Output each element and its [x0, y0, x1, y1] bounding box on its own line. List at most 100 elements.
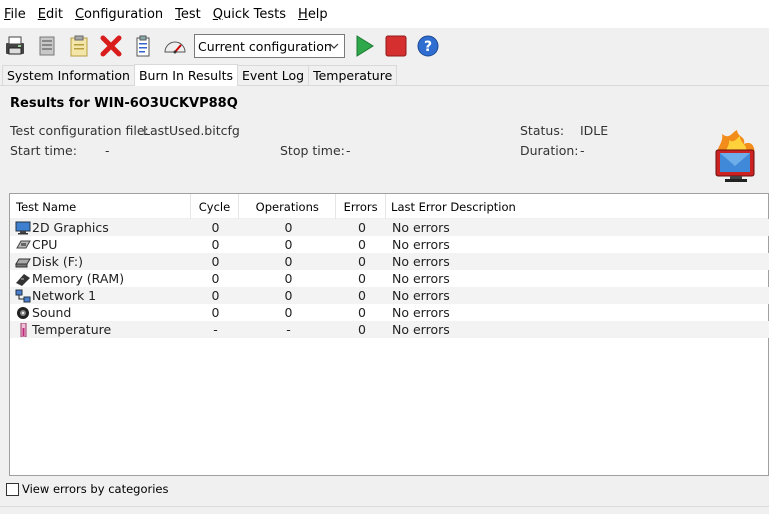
menu-bar: File Edit Configuration Test Quick Tests… [0, 0, 769, 28]
errors-value: 0 [358, 322, 366, 337]
operations-value: - [286, 322, 291, 337]
help-question-icon: ? [417, 35, 439, 57]
play-icon [356, 35, 374, 57]
test-name: Sound [32, 305, 72, 320]
configuration-select-value: Current configuration [198, 38, 332, 54]
errors-value: 0 [358, 288, 366, 303]
test-name: Temperature [32, 322, 112, 337]
start-time-label: Start time: [10, 143, 77, 158]
errors-value: 0 [358, 254, 366, 269]
tab-temperature[interactable]: Temperature [308, 65, 398, 85]
last-error-value: No errors [392, 322, 450, 337]
operations-value: 0 [284, 305, 293, 320]
errors-value: 0 [358, 305, 366, 320]
menu-help[interactable]: Help [298, 7, 328, 22]
menu-test[interactable]: Test [175, 7, 201, 22]
stop-button[interactable] [383, 32, 409, 60]
operations-value: 0 [284, 220, 293, 235]
header-cycle[interactable]: Cycle [191, 194, 240, 219]
last-error-value: No errors [392, 305, 450, 320]
test-name: CPU [32, 237, 58, 252]
cycle-value: 0 [211, 305, 220, 320]
gauge-icon [164, 41, 186, 54]
last-error-value: No errors [392, 271, 450, 286]
floppy-printer-icon [6, 36, 24, 55]
tab-event-log[interactable]: Event Log [236, 65, 310, 85]
table-row[interactable]: Network 1 0 0 0 No errors [10, 287, 769, 304]
cycle-value: 0 [211, 220, 220, 235]
sound-speaker-icon [15, 306, 31, 320]
config-file-value: LastUsed.bitcfg [143, 123, 240, 138]
network-icon [15, 289, 31, 303]
header-operations[interactable]: Operations [239, 194, 337, 219]
monitor-2d-icon [15, 221, 31, 235]
stop-time-label: Stop time: [280, 143, 345, 158]
delete-x-icon [100, 35, 122, 57]
table-row[interactable]: Memory (RAM) 0 0 0 No errors [10, 270, 769, 287]
view-errors-by-categories[interactable]: View errors by categories [6, 482, 168, 496]
menu-file[interactable]: File [4, 7, 26, 22]
configuration-select[interactable]: Current configuration [194, 34, 345, 58]
menu-edit[interactable]: Edit [38, 7, 63, 22]
operations-value: 0 [284, 288, 293, 303]
start-button[interactable] [351, 32, 377, 60]
duration-label: Duration: [520, 143, 579, 158]
view-errors-checkbox[interactable] [6, 482, 19, 496]
results-table: Test Name Cycle Operations Errors Last E… [9, 193, 769, 476]
status-label: Status: [520, 123, 565, 138]
last-error-value: No errors [392, 254, 450, 269]
cycle-value: 0 [211, 237, 220, 252]
tab-bar: System Information Burn In Results Event… [0, 64, 769, 86]
test-name: Memory (RAM) [32, 271, 125, 286]
header-test-name[interactable]: Test Name [10, 194, 191, 219]
last-error-value: No errors [392, 288, 450, 303]
memory-ram-icon [15, 272, 31, 286]
table-row[interactable]: Temperature - - 0 No errors [10, 321, 769, 338]
table-row[interactable]: Sound 0 0 0 No errors [10, 304, 769, 321]
test-name: Disk (F:) [32, 254, 84, 269]
stop-time-value: - [346, 143, 351, 158]
table-row[interactable]: CPU 0 0 0 No errors [10, 236, 769, 253]
status-value: IDLE [580, 123, 609, 138]
tab-burn-in-results[interactable]: Burn In Results [133, 64, 238, 86]
copy-button[interactable] [34, 32, 60, 60]
errors-value: 0 [358, 220, 366, 235]
clipboard-button[interactable] [66, 32, 92, 60]
cycle-value: - [213, 322, 218, 337]
last-error-value: No errors [392, 220, 450, 235]
errors-value: 0 [358, 271, 366, 286]
toolbar: Current configuration ? [0, 28, 769, 64]
gauge-button[interactable] [162, 32, 188, 60]
cycle-value: 0 [211, 288, 220, 303]
stop-icon [385, 35, 407, 57]
menu-configuration[interactable]: Configuration [75, 7, 163, 22]
operations-value: 0 [284, 271, 293, 286]
save-button[interactable] [2, 32, 28, 60]
duration-value: - [580, 143, 585, 158]
view-errors-label: View errors by categories [22, 482, 169, 496]
test-name: 2D Graphics [32, 220, 109, 235]
disk-drive-icon [15, 255, 31, 269]
results-title: Results for WIN-6O3UCKVP88Q [10, 96, 238, 111]
status-bar [0, 506, 769, 514]
burn-in-results-panel: Results for WIN-6O3UCKVP88Q Test configu… [0, 86, 769, 506]
table-row[interactable]: 2D Graphics 0 0 0 No errors [10, 219, 769, 236]
header-last-error-description[interactable]: Last Error Description [386, 194, 768, 219]
delete-button[interactable] [98, 32, 124, 60]
cycle-value: 0 [211, 271, 220, 286]
start-time-value: - [105, 143, 110, 158]
table-row[interactable]: Disk (F:) 0 0 0 No errors [10, 253, 769, 270]
cycle-value: 0 [211, 254, 220, 269]
thermometer-icon [15, 322, 31, 337]
help-button[interactable]: ? [415, 32, 441, 60]
operations-value: 0 [284, 237, 293, 252]
header-errors[interactable]: Errors [336, 194, 387, 219]
report-button[interactable] [130, 32, 156, 60]
tab-system-information[interactable]: System Information [2, 65, 135, 85]
menu-quick-tests[interactable]: Quick Tests [213, 7, 286, 22]
errors-value: 0 [358, 237, 366, 252]
cpu-chip-icon [15, 238, 31, 252]
table-header: Test Name Cycle Operations Errors Last E… [10, 194, 768, 219]
config-file-label: Test configuration file: [10, 123, 149, 138]
clipboard-report-icon [136, 35, 150, 57]
